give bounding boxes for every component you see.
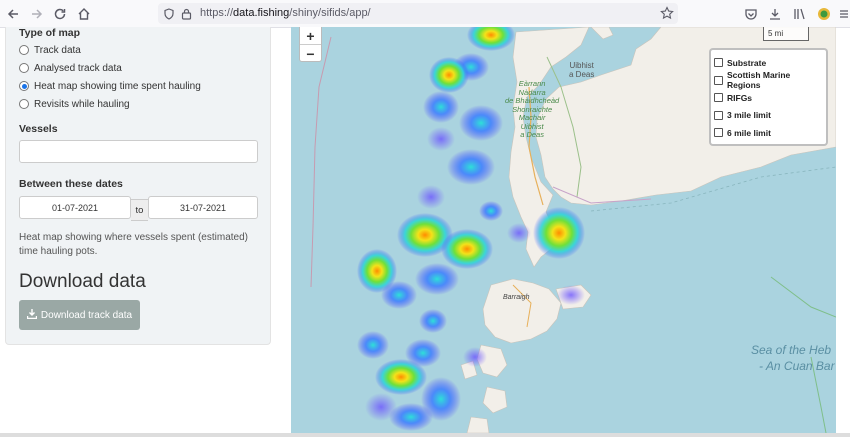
radio-label: Analysed track data [34, 62, 122, 74]
place-label-machair-reserve: Eàrrann Nàdarra de Bhàidhcheàd Shonraich… [505, 79, 560, 139]
reload-icon[interactable] [50, 4, 70, 24]
date-to-input[interactable]: 31-07-2021 [148, 196, 258, 219]
date-from-input[interactable]: 01-07-2021 [19, 196, 131, 219]
url-text[interactable]: https://data.fishing/shiny/sifids/app/ [200, 7, 371, 19]
radio-analysed-track-data[interactable]: Analysed track data [19, 61, 122, 75]
layer-toggle-3-mile-limit[interactable]: 3 mile limit [714, 107, 826, 125]
radio-circle-icon[interactable] [19, 45, 29, 55]
menu-icon[interactable] [838, 4, 850, 24]
radio-label: Track data [34, 44, 81, 56]
back-arrow-icon[interactable] [3, 4, 23, 24]
radio-selected-icon[interactable] [19, 81, 29, 91]
library-icon[interactable] [790, 4, 810, 24]
home-icon[interactable] [74, 4, 94, 24]
place-label-uibhist-a-deas: Uibhist a Deas [569, 61, 595, 79]
scale-bar: 5 mi [763, 27, 809, 41]
download-track-data-button[interactable]: Download track data [19, 300, 140, 330]
vessels-input[interactable] [19, 140, 258, 163]
checkbox-icon[interactable] [714, 128, 723, 138]
pocket-icon[interactable] [741, 4, 761, 24]
radio-revisits-hauling[interactable]: Revisits while hauling [19, 97, 130, 111]
layer-toggle-rifgs[interactable]: RIFGs [714, 89, 826, 107]
zoom-control: + − [299, 27, 322, 62]
radio-label: Heat map showing time spent hauling [34, 80, 201, 92]
place-label-barraigh: Barraigh [503, 294, 530, 301]
layer-toggle-6-mile-limit[interactable]: 6 mile limit [714, 124, 826, 142]
download-icon [26, 308, 38, 322]
download-heading: Download data [19, 271, 146, 292]
checkbox-icon[interactable] [714, 110, 723, 120]
checkbox-icon[interactable] [714, 75, 723, 85]
browser-toolbar: https://data.fishing/shiny/sifids/app/ [0, 0, 850, 28]
map-type-label: Type of map [19, 27, 81, 39]
radio-track-data[interactable]: Track data [19, 43, 81, 57]
download-icon[interactable] [765, 4, 785, 24]
checkbox-icon[interactable] [714, 58, 723, 68]
place-label-sea-hebrides-gaelic: - An Cuan Bar [759, 359, 835, 373]
radio-heat-map-hauling[interactable]: Heat map showing time spent hauling [19, 79, 201, 93]
radio-label: Revisits while hauling [34, 98, 130, 110]
vessels-label: Vessels [19, 123, 58, 135]
dates-label: Between these dates [19, 178, 123, 190]
lock-icon[interactable] [181, 7, 192, 25]
layer-toggle-marine-regions[interactable]: Scottish Marine Regions [714, 70, 826, 90]
layer-control: Substrate Scottish Marine Regions RIFGs … [709, 48, 828, 146]
date-to-separator: to [131, 199, 148, 221]
bottom-scrollbar[interactable] [0, 433, 850, 437]
zoom-out-button[interactable]: − [300, 45, 321, 62]
sidebar-panel: Type of map Track data Analysed track da… [5, 27, 271, 345]
profile-avatar-icon[interactable] [814, 4, 834, 24]
layer-toggle-substrate[interactable]: Substrate [714, 54, 826, 72]
checkbox-icon[interactable] [714, 93, 723, 103]
help-text: Heat map showing where vessels spent (es… [19, 232, 248, 257]
forward-arrow-icon[interactable] [27, 4, 47, 24]
radio-circle-icon[interactable] [19, 63, 29, 73]
radio-circle-icon[interactable] [19, 99, 29, 109]
shield-icon[interactable] [163, 7, 175, 25]
zoom-in-button[interactable]: + [300, 27, 321, 45]
place-label-sea-hebrides: Sea of the Heb [751, 343, 832, 357]
heat-map[interactable]: Uibhist a Deas Eàrrann Nàdarra de Bhàidh… [291, 27, 836, 433]
url-bar[interactable]: https://data.fishing/shiny/sifids/app/ [158, 3, 678, 24]
bookmark-star-icon[interactable] [660, 6, 674, 25]
